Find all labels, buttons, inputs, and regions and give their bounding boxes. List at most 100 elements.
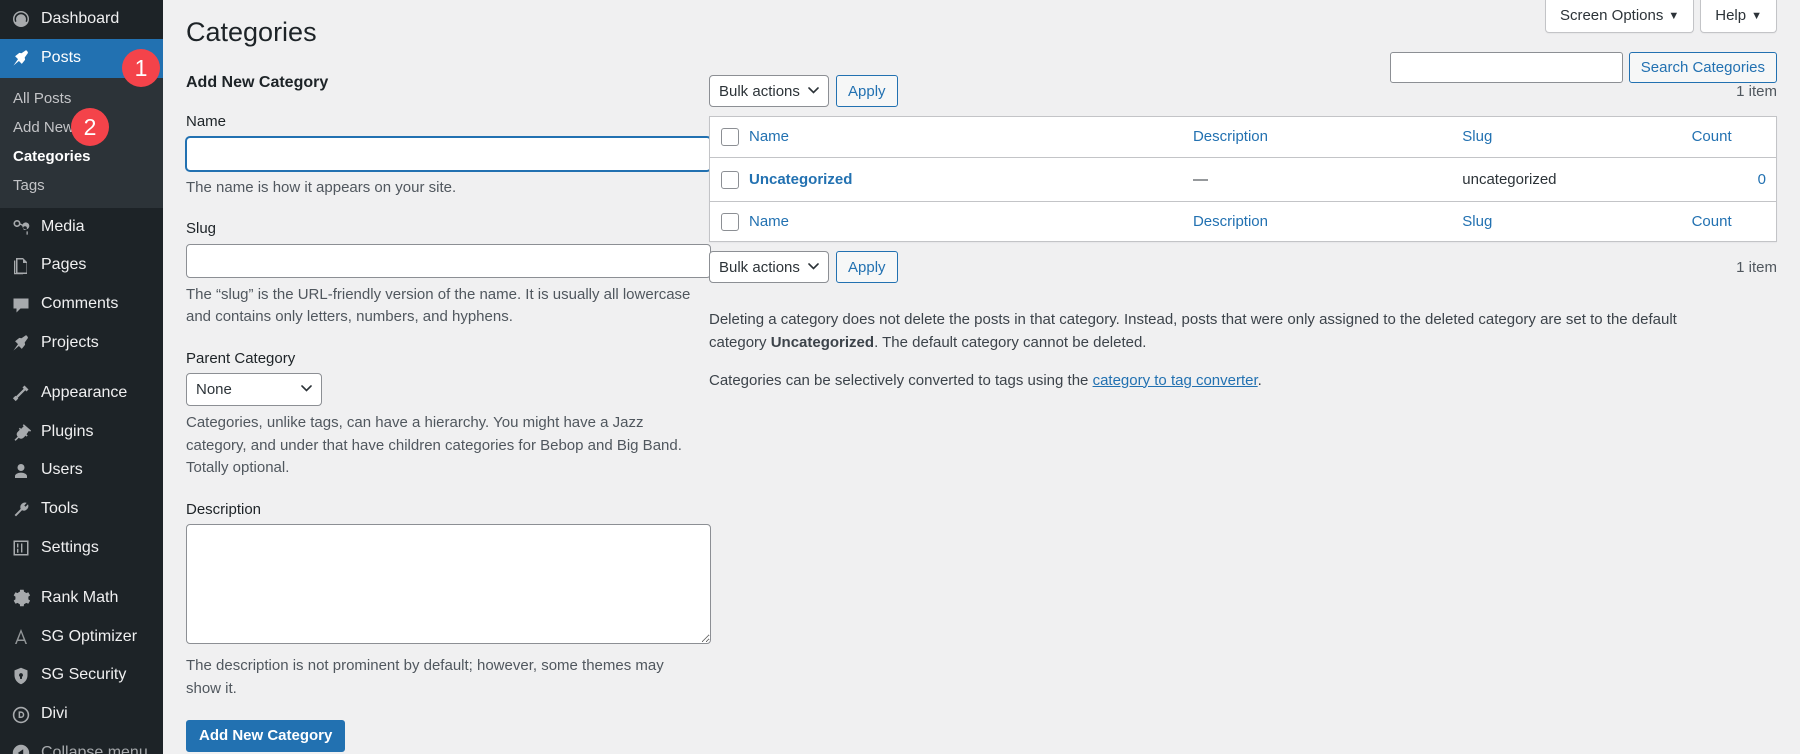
- sidebar-item-collapse-menu[interactable]: Collapse menu: [0, 734, 163, 754]
- sidebar-item-add-new[interactable]: Add New: [0, 113, 163, 142]
- sidebar-item-all-posts[interactable]: All Posts: [0, 84, 163, 113]
- sidebar-item-rank-math[interactable]: Rank Math: [0, 579, 163, 618]
- description-textarea[interactable]: [186, 524, 711, 644]
- slug-description: The “slug” is the URL-friendly version o…: [186, 284, 691, 329]
- bulk-actions-select-wrap-top: Bulk actions: [709, 75, 829, 107]
- note-delete-text-b: . The default category cannot be deleted…: [874, 334, 1146, 351]
- add-new-category-submit-button[interactable]: Add New Category: [186, 720, 345, 752]
- sidebar-item-pages[interactable]: Pages: [0, 246, 163, 285]
- sidebar-item-label: Dashboard: [41, 9, 119, 30]
- description-help: The description is not prominent by defa…: [186, 655, 691, 700]
- displaying-num-bottom: 1 item: [1736, 259, 1777, 276]
- column-header-count[interactable]: Count: [1682, 117, 1776, 158]
- brush-icon: [11, 383, 31, 403]
- name-label: Name: [186, 112, 691, 137]
- column-footer-description[interactable]: Description: [1183, 201, 1452, 242]
- note-uncategorized: Uncategorized: [771, 334, 874, 351]
- table-footer-row: Name Description Slug Count: [710, 201, 1776, 242]
- select-all-checkbox[interactable]: [721, 128, 739, 146]
- description-label: Description: [186, 500, 691, 525]
- select-all-header: [710, 117, 739, 158]
- sidebar-item-users[interactable]: Users: [0, 451, 163, 490]
- chevron-down-icon: ▼: [1751, 10, 1762, 22]
- name-input[interactable]: [186, 137, 711, 171]
- admin-sidebar: Dashboard Posts All Posts Add New Catego…: [0, 0, 163, 754]
- sidebar-item-comments[interactable]: Comments: [0, 285, 163, 324]
- sidebar-item-sg-optimizer[interactable]: SG Optimizer: [0, 618, 163, 657]
- column-header-slug[interactable]: Slug: [1452, 117, 1681, 158]
- sidebar-item-tags[interactable]: Tags: [0, 171, 163, 200]
- row-checkbox[interactable]: [721, 171, 739, 189]
- sidebar-item-sg-security[interactable]: SG Security: [0, 656, 163, 695]
- column-footer-slug[interactable]: Slug: [1452, 201, 1681, 242]
- column-header-name[interactable]: Name: [739, 117, 1183, 158]
- parent-category-label: Parent Category: [186, 349, 691, 374]
- sliders-icon: [11, 538, 31, 558]
- sidebar-item-label: Appearance: [41, 383, 127, 404]
- sidebar-item-dashboard[interactable]: Dashboard: [0, 0, 163, 39]
- search-categories-button[interactable]: Search Categories: [1629, 52, 1777, 83]
- column-header-description[interactable]: Description: [1183, 117, 1452, 158]
- field-description: Description The description is not promi…: [186, 500, 691, 701]
- note-converter: Categories can be selectively converted …: [709, 369, 1719, 392]
- slug-label: Slug: [186, 219, 691, 244]
- sidebar-item-plugins[interactable]: Plugins: [0, 413, 163, 452]
- user-icon: [11, 461, 31, 481]
- slug-input[interactable]: [186, 244, 711, 278]
- category-name-link[interactable]: Uncategorized: [749, 171, 852, 188]
- field-parent-category: Parent Category None Categories, unlike …: [186, 349, 691, 480]
- sidebar-item-label: Pages: [41, 255, 86, 276]
- category-to-tag-converter-link[interactable]: category to tag converter: [1093, 372, 1258, 389]
- sidebar-item-categories[interactable]: Categories: [0, 142, 163, 171]
- sidebar-item-label: SG Security: [41, 665, 126, 686]
- add-category-form-column: Add New Category Name The name is how it…: [186, 62, 709, 752]
- select-all-checkbox-footer[interactable]: [721, 213, 739, 231]
- sidebar-item-settings[interactable]: Settings: [0, 529, 163, 568]
- form-wrap: Add New Category Name The name is how it…: [186, 62, 691, 752]
- displaying-num-top: 1 item: [1736, 83, 1777, 100]
- chevron-down-icon: ▼: [1668, 10, 1679, 22]
- apply-button-bottom[interactable]: Apply: [836, 251, 898, 283]
- column-footer-name[interactable]: Name: [739, 201, 1183, 242]
- collapse-arrow-icon: [11, 743, 31, 754]
- sidebar-item-tools[interactable]: Tools: [0, 490, 163, 529]
- sidebar-item-label: Comments: [41, 294, 118, 315]
- field-slug: Slug The “slug” is the URL-friendly vers…: [186, 219, 691, 329]
- pin-icon: [11, 48, 31, 68]
- sidebar-item-label: Posts: [41, 48, 81, 69]
- categories-table: Name Description Slug Count Uncategorize…: [709, 116, 1777, 242]
- gear-icon: [11, 588, 31, 608]
- screen-options-button[interactable]: Screen Options▼: [1545, 0, 1694, 33]
- sidebar-item-projects[interactable]: Projects: [0, 324, 163, 363]
- row-description-cell: —: [1183, 158, 1452, 201]
- sidebar-item-media[interactable]: Media: [0, 208, 163, 247]
- sidebar-item-label: Projects: [41, 333, 99, 354]
- table-header-row: Name Description Slug Count: [710, 117, 1776, 158]
- search-box: Search Categories: [1390, 52, 1777, 83]
- column-footer-count[interactable]: Count: [1682, 201, 1776, 242]
- form-heading: Add New Category: [186, 72, 691, 94]
- parent-category-description: Categories, unlike tags, can have a hier…: [186, 412, 691, 480]
- parent-category-select[interactable]: None: [186, 373, 322, 406]
- sidebar-item-label: Media: [41, 217, 85, 238]
- bulk-actions-select-bottom[interactable]: Bulk actions: [709, 251, 829, 283]
- note-converter-text-a: Categories can be selectively converted …: [709, 372, 1093, 389]
- sidebar-item-posts[interactable]: Posts: [0, 39, 163, 78]
- pages-icon: [11, 256, 31, 276]
- sidebar-item-appearance[interactable]: Appearance: [0, 374, 163, 413]
- row-slug-cell: uncategorized: [1452, 158, 1681, 201]
- divi-circle-icon: [11, 705, 31, 725]
- search-input[interactable]: [1390, 52, 1623, 83]
- sidebar-item-label: Plugins: [41, 422, 93, 443]
- apply-button-top[interactable]: Apply: [836, 75, 898, 107]
- shield-gear-icon: [11, 666, 31, 686]
- sidebar-item-divi[interactable]: Divi: [0, 695, 163, 734]
- bulk-actions-select-top[interactable]: Bulk actions: [709, 75, 829, 107]
- sidebar-item-label: Collapse menu: [41, 743, 148, 754]
- row-count-cell: 0: [1682, 158, 1776, 201]
- table-footer-notes: Deleting a category does not delete the …: [709, 308, 1719, 392]
- help-button[interactable]: Help▼: [1700, 0, 1777, 33]
- columns-wrapper: Add New Category Name The name is how it…: [163, 62, 1800, 752]
- select-all-footer: [710, 201, 739, 242]
- category-count-link[interactable]: 0: [1758, 171, 1766, 188]
